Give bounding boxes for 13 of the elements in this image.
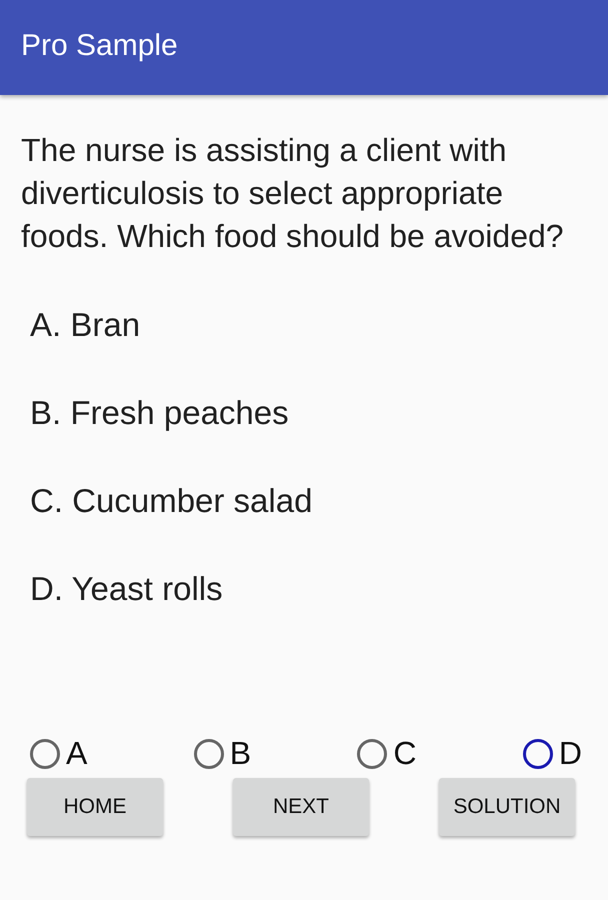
answer-radio[interactable]: D bbox=[522, 735, 582, 772]
question-text: The nurse is assisting a client with diverticulosis to select appropriate foods. Which food should be avoided? bbox=[21, 131, 565, 256]
answer-radio[interactable]: B bbox=[194, 735, 252, 772]
answer-option: B. Fresh peaches bbox=[30, 392, 608, 433]
answer-radio[interactable]: A bbox=[30, 735, 88, 772]
answer-option: D. Yeast rolls bbox=[30, 568, 608, 609]
action-button[interactable]: HOME bbox=[27, 778, 163, 836]
action-button[interactable]: NEXT bbox=[233, 778, 369, 836]
answer-option: C. Cucumber salad bbox=[30, 480, 608, 521]
answer-option: A. Bran bbox=[30, 304, 608, 345]
app-title: Pro Sample bbox=[21, 28, 178, 62]
action-button[interactable]: SOLUTION bbox=[439, 778, 575, 836]
answer-radio[interactable]: C bbox=[357, 735, 417, 772]
